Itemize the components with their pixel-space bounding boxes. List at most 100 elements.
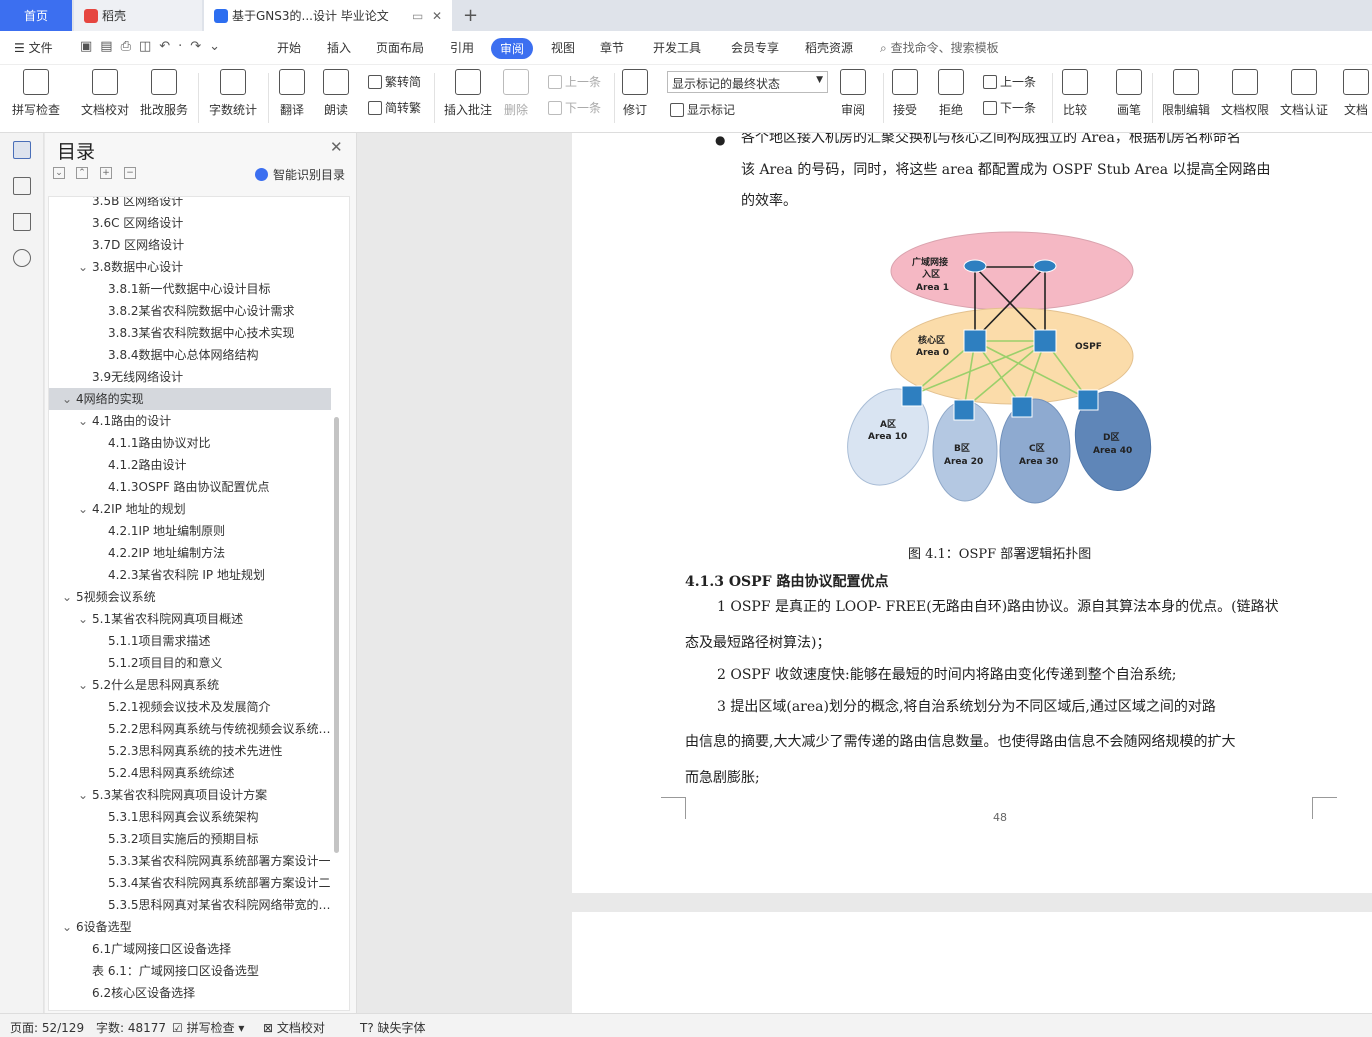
compare-button[interactable]: 比较: [1062, 69, 1088, 118]
toc-item[interactable]: ⌄ 5.1某省农科院网真项目概述: [49, 608, 331, 630]
delete-comment-button[interactable]: 删除: [503, 69, 529, 118]
menu-start[interactable]: 开始: [277, 39, 301, 56]
batch-service-button[interactable]: 批改服务: [140, 69, 188, 118]
status-spell-check[interactable]: ☑ 拼写检查 ▾: [172, 1019, 244, 1036]
track-changes-button[interactable]: 修订: [622, 69, 648, 118]
read-aloud-button[interactable]: 朗读: [323, 69, 349, 118]
collapse-all-icon[interactable]: ⌄: [53, 167, 65, 179]
next-change-button[interactable]: 下一条: [983, 99, 1036, 116]
command-search[interactable]: ⌕ 查找命令、搜索模板: [880, 39, 999, 56]
toc-item[interactable]: 5.3.1思科网真会议系统架构: [49, 806, 331, 828]
translate-button[interactable]: 翻译: [279, 69, 305, 118]
file-menu[interactable]: ☰ 文件: [14, 39, 53, 56]
markup-state-select[interactable]: 显示标记的最终状态 ▼: [667, 71, 828, 93]
remove-heading-icon[interactable]: −: [124, 167, 136, 179]
quick-access-icons[interactable]: ▣▤⎙◫↶·↷⌄: [80, 39, 228, 54]
tab-document[interactable]: 基于GNS3的...设计 毕业论文 ▭ ✕: [204, 0, 452, 31]
toc-item[interactable]: 3.9无线网络设计: [49, 366, 331, 388]
restrict-edit-button[interactable]: 限制编辑: [1162, 69, 1210, 118]
menu-chapter[interactable]: 章节: [600, 39, 624, 56]
word-count-indicator[interactable]: 字数: 48177: [96, 1019, 166, 1036]
menu-reference[interactable]: 引用: [450, 39, 474, 56]
menu-layout[interactable]: 页面布局: [376, 39, 424, 56]
word-count-button[interactable]: 字数统计: [209, 69, 257, 118]
toc-item[interactable]: 3.7D 区网络设计: [49, 234, 331, 256]
insert-comment-button[interactable]: 插入批注: [444, 69, 492, 118]
toc-item[interactable]: 5.1.2项目目的和意义: [49, 652, 331, 674]
chevron-down-icon[interactable]: ⌄: [62, 388, 76, 410]
toc-item[interactable]: ⌄ 4.2IP 地址的规划: [49, 498, 331, 520]
doc-permission-button[interactable]: 文档权限: [1221, 69, 1269, 118]
menu-view[interactable]: 视图: [551, 39, 575, 56]
tab-daoke[interactable]: 稻壳: [74, 0, 202, 31]
menu-member[interactable]: 会员专享: [731, 39, 779, 56]
toc-item[interactable]: 5.2.3思科网真系统的技术先进性: [49, 740, 331, 762]
toc-item[interactable]: ⌄ 5.3某省农科院网真项目设计方案: [49, 784, 331, 806]
toc-item[interactable]: 4.1.2路由设计: [49, 454, 331, 476]
doc-cert-button[interactable]: 文档认证: [1280, 69, 1328, 118]
toc-item[interactable]: 4.2.2IP 地址编制方法: [49, 542, 331, 564]
toc-item[interactable]: 5.1.1项目需求描述: [49, 630, 331, 652]
accept-button[interactable]: 接受: [892, 69, 918, 118]
tab-pin-icon[interactable]: ▭: [412, 9, 423, 23]
menu-insert[interactable]: 插入: [327, 39, 351, 56]
status-proof[interactable]: ⊠ 文档校对: [263, 1019, 325, 1036]
missing-font[interactable]: T? 缺失字体: [360, 1019, 426, 1036]
doc-more-button[interactable]: 文档: [1340, 69, 1372, 118]
toc-item[interactable]: 3.6C 区网络设计: [49, 212, 331, 234]
chevron-down-icon[interactable]: ⌄: [78, 608, 92, 630]
toc-item[interactable]: 5.2.2思科网真系统与传统视频会议系统的区别: [49, 718, 331, 740]
tab-home[interactable]: 首页: [0, 0, 72, 31]
expand-up-icon[interactable]: ⌃: [76, 167, 88, 179]
add-heading-icon[interactable]: +: [100, 167, 112, 179]
reject-button[interactable]: 拒绝: [938, 69, 964, 118]
toc-item[interactable]: 5.2.4思科网真系统综述: [49, 762, 331, 784]
toc-item[interactable]: ⌄ 3.8数据中心设计: [49, 256, 331, 278]
trad-to-simp-button[interactable]: 繁转简: [368, 73, 421, 90]
page-indicator[interactable]: 页面: 52/129: [10, 1019, 84, 1036]
toc-item[interactable]: 4.1.3OSPF 路由协议配置优点: [49, 476, 331, 498]
toc-item[interactable]: 5.3.2项目实施后的预期目标: [49, 828, 331, 850]
tab-close-icon[interactable]: ✕: [432, 9, 442, 23]
doc-proof-button[interactable]: 文档校对: [81, 69, 129, 118]
toc-scrollbar[interactable]: [334, 417, 339, 853]
simp-to-trad-button[interactable]: 简转繁: [368, 99, 421, 116]
toc-item[interactable]: ⌄ 5视频会议系统: [49, 586, 331, 608]
toc-item[interactable]: 3.5B 区网络设计: [49, 197, 331, 212]
toc-item[interactable]: ⌄ 4网络的实现: [49, 388, 331, 410]
find-icon[interactable]: [13, 249, 31, 267]
bookmark-icon[interactable]: [13, 213, 31, 231]
chevron-down-icon[interactable]: ⌄: [78, 256, 92, 278]
toc-item[interactable]: 3.8.4数据中心总体网络结构: [49, 344, 331, 366]
chevron-down-icon[interactable]: ⌄: [62, 586, 76, 608]
chevron-down-icon[interactable]: ⌄: [78, 410, 92, 432]
chevron-down-icon[interactable]: ⌄: [78, 498, 92, 520]
menu-devtools[interactable]: 开发工具: [653, 39, 701, 56]
toc-item[interactable]: 6.1广域网接口区设备选择: [49, 938, 331, 960]
toc-item[interactable]: 表 6.1：广域网接口区设备选型: [49, 960, 331, 982]
toc-item[interactable]: 3.8.1新一代数据中心设计目标: [49, 278, 331, 300]
toc-item[interactable]: 4.2.1IP 地址编制原则: [49, 520, 331, 542]
toc-item[interactable]: 5.3.5思科网真对某省农科院网络带宽的要求: [49, 894, 331, 916]
menu-daoke-resources[interactable]: 稻壳资源: [805, 39, 853, 56]
toc-item[interactable]: ⌄ 4.1路由的设计: [49, 410, 331, 432]
toc-item[interactable]: 3.8.2某省农科院数据中心设计需求: [49, 300, 331, 322]
chapter-icon[interactable]: [13, 177, 31, 195]
toc-item[interactable]: 4.1.1路由协议对比: [49, 432, 331, 454]
toc-item[interactable]: 4.2.3某省农科院 IP 地址规划: [49, 564, 331, 586]
chevron-down-icon[interactable]: ⌄: [78, 784, 92, 806]
close-icon[interactable]: ✕: [330, 138, 343, 156]
chevron-down-icon[interactable]: ⌄: [78, 674, 92, 696]
toc-item[interactable]: ⌄ 6设备选型: [49, 916, 331, 938]
toc-item[interactable]: ⌄ 5.2什么是思科网真系统: [49, 674, 331, 696]
spell-check-button[interactable]: 拼写检查: [12, 69, 60, 118]
prev-change-button[interactable]: 上一条: [983, 73, 1036, 90]
prev-comment-button[interactable]: 上一条: [548, 73, 601, 90]
show-markup-button[interactable]: 显示标记: [670, 101, 735, 118]
pen-button[interactable]: 画笔: [1116, 69, 1142, 118]
smart-toc-button[interactable]: 智能识别目录: [255, 166, 345, 183]
toc-item[interactable]: 6.2核心区设备选择: [49, 982, 331, 1004]
next-comment-button[interactable]: 下一条: [548, 99, 601, 116]
toc-item[interactable]: 3.8.3某省农科院数据中心技术实现: [49, 322, 331, 344]
chevron-down-icon[interactable]: ⌄: [62, 916, 76, 938]
